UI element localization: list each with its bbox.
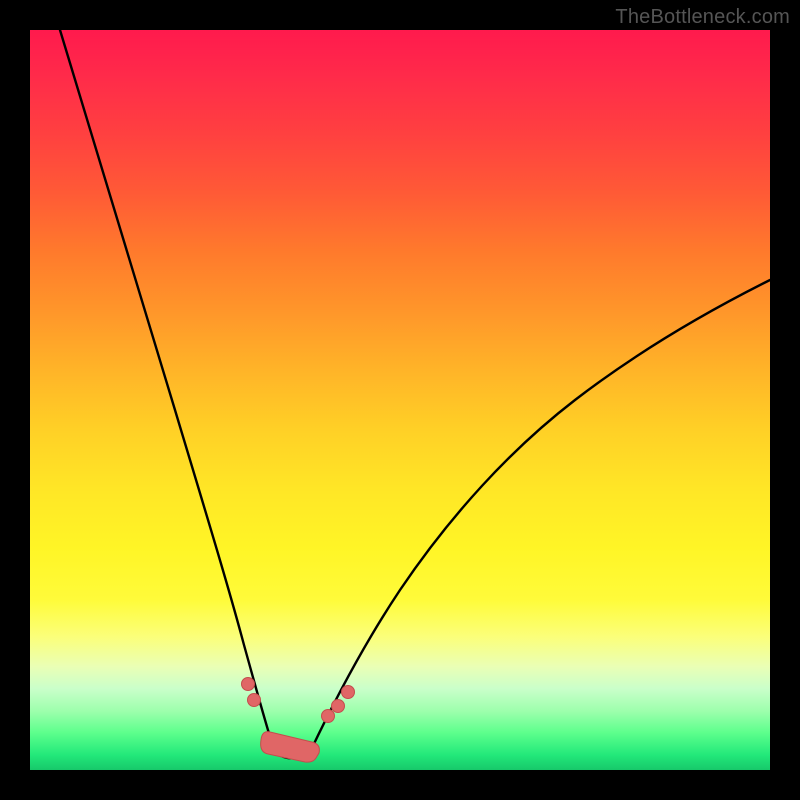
- marker-dot: [242, 678, 255, 691]
- marker-dot: [248, 694, 261, 707]
- marker-dot: [322, 710, 335, 723]
- plot-area: [30, 30, 770, 770]
- chart-frame: TheBottleneck.com: [0, 0, 800, 800]
- marker-bar: [261, 732, 320, 763]
- curve-left-branch: [60, 30, 274, 750]
- chart-svg: [30, 30, 770, 770]
- marker-dot: [332, 700, 345, 713]
- watermark-text: TheBottleneck.com: [615, 6, 790, 29]
- curve-right-branch: [311, 280, 770, 750]
- marker-dot: [342, 686, 355, 699]
